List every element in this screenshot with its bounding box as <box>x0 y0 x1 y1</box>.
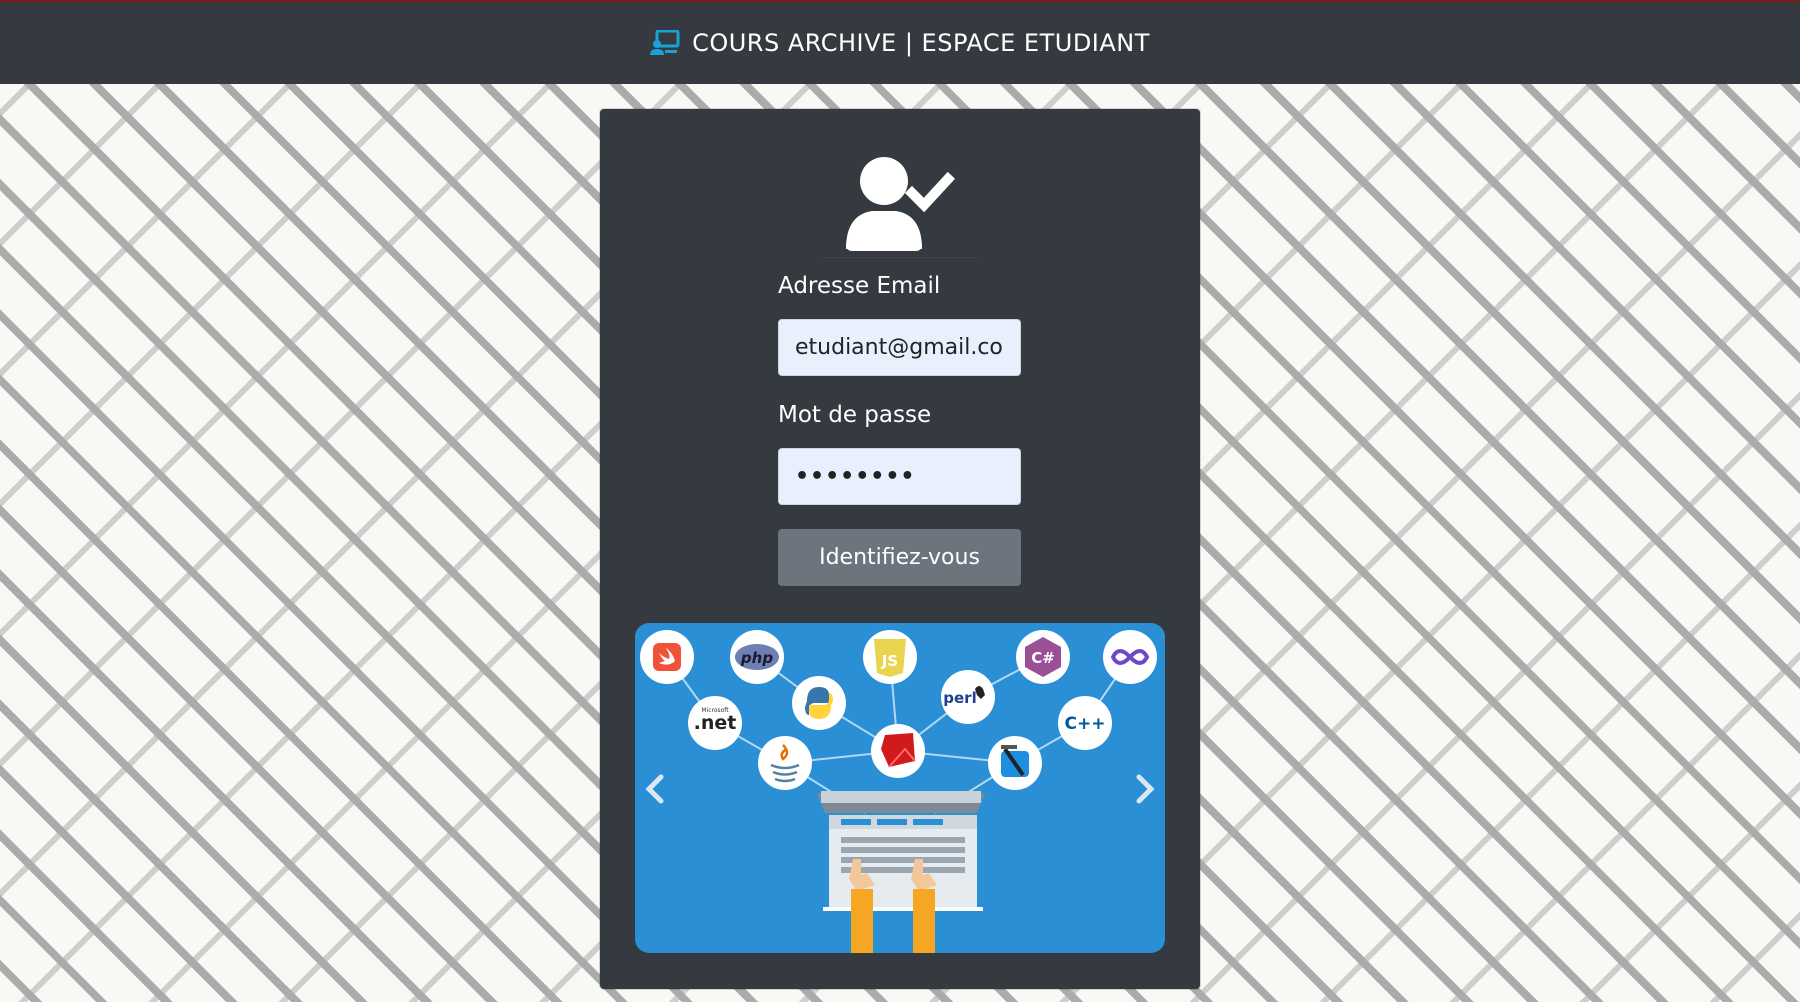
chevron-left-icon[interactable] <box>641 771 671 807</box>
dotnet-logo: Microsoft .net <box>688 696 742 750</box>
login-card: Adresse Email etudiant@gmail.co Mot de p… <box>600 109 1200 989</box>
csharp-logo: C# <box>1016 630 1070 684</box>
xcode-logo <box>988 736 1042 790</box>
carousel: php Microsoft .net JS perl C# C++ <box>635 623 1165 953</box>
svg-text:php: php <box>740 649 773 667</box>
password-label: Mot de passe <box>778 402 932 428</box>
brand-title: COURS ARCHIVE | ESPACE ETUDIANT <box>692 29 1150 57</box>
infinity-logo <box>1103 630 1157 684</box>
python-logo <box>792 676 846 730</box>
perl-logo: perl <box>941 670 995 724</box>
email-label: Adresse Email <box>778 273 941 299</box>
svg-text:C++: C++ <box>1065 714 1106 734</box>
svg-text:JS: JS <box>881 652 898 670</box>
icon-divider <box>820 257 980 258</box>
php-logo: php <box>730 630 784 684</box>
java-logo <box>758 736 812 790</box>
svg-text:C#: C# <box>1031 649 1055 667</box>
user-check-icon <box>846 157 956 251</box>
carousel-slide-image: php Microsoft .net JS perl C# C++ <box>640 630 1157 953</box>
brand[interactable]: COURS ARCHIVE | ESPACE ETUDIANT <box>650 29 1150 57</box>
swift-logo <box>640 630 694 684</box>
password-field[interactable]: •••••••• <box>778 448 1021 505</box>
chevron-right-icon[interactable] <box>1129 771 1159 807</box>
laptop-illustration <box>817 791 985 953</box>
navbar: COURS ARCHIVE | ESPACE ETUDIANT <box>0 0 1800 84</box>
cpp-logo: C++ <box>1058 696 1112 750</box>
login-button[interactable]: Identifiez-vous <box>778 529 1021 586</box>
svg-text:.net: .net <box>694 712 737 734</box>
javascript-logo: JS <box>863 630 917 684</box>
svg-text:perl: perl <box>943 689 976 707</box>
ruby-logo <box>871 724 925 778</box>
monitor-user-icon <box>650 30 680 55</box>
email-field[interactable]: etudiant@gmail.co <box>778 319 1021 376</box>
